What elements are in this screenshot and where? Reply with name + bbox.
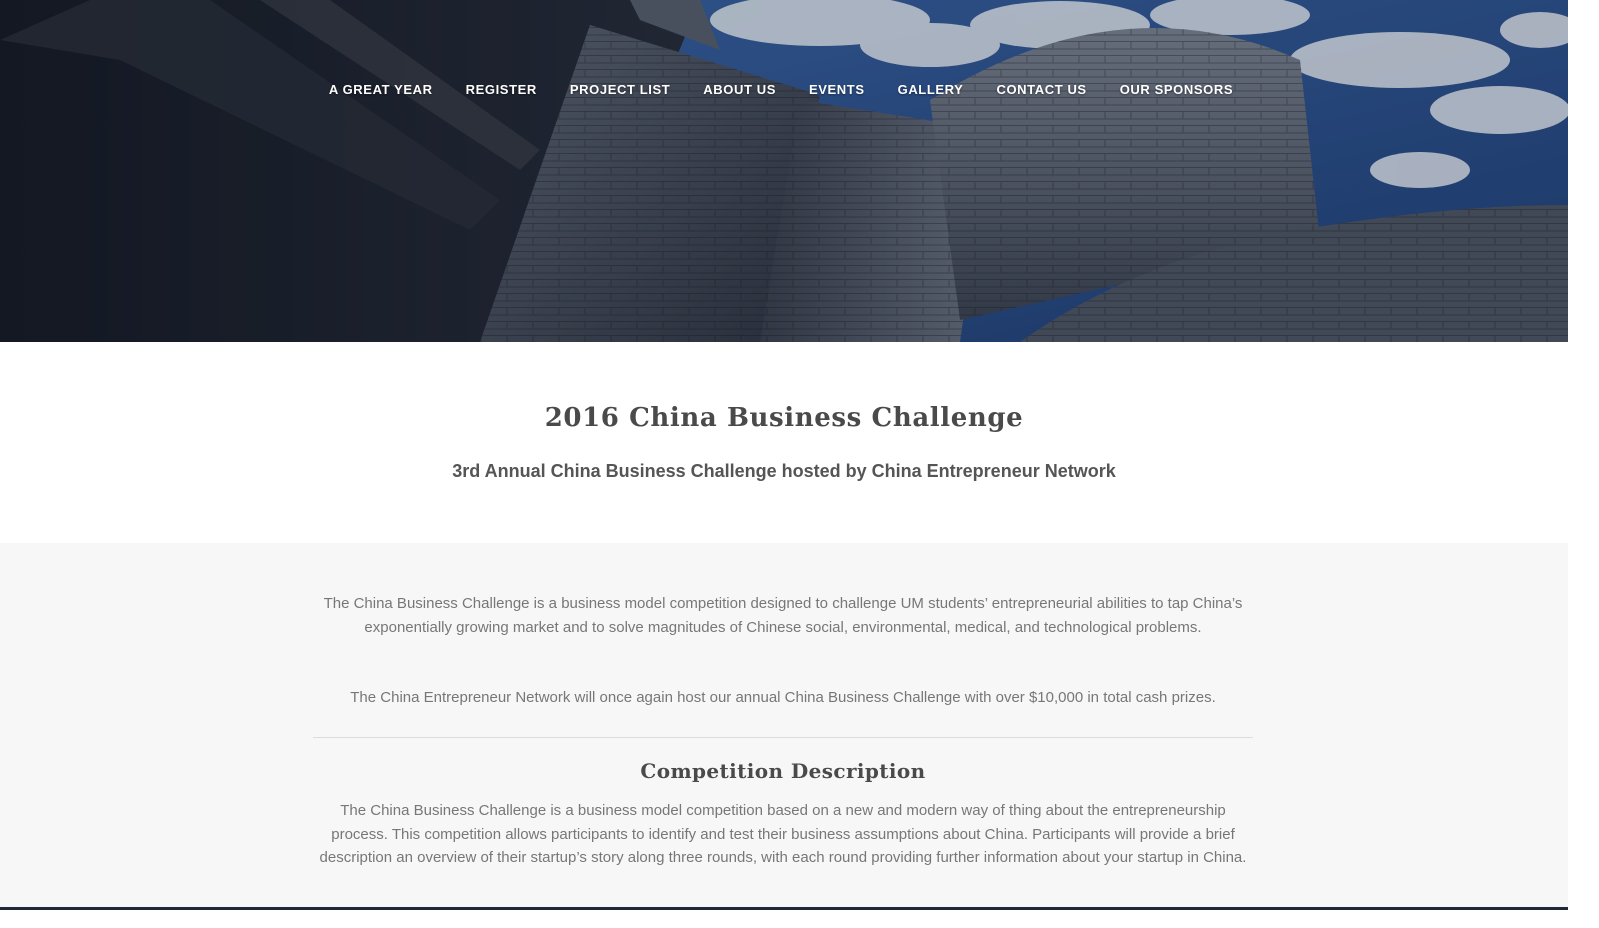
intro-section: 2016 China Business Challenge 3rd Annual… [0,342,1568,543]
hero-background-image [0,0,1568,342]
content-section: The China Business Challenge is a busine… [0,543,1568,909]
prize-paragraph: The China Entrepreneur Network will once… [350,689,1216,706]
section-title: Competition Description [640,759,926,783]
page-subtitle: 3rd Annual China Business Challenge host… [452,461,1116,481]
nav-item-events[interactable]: EVENTS [792,80,881,100]
nav-item-our-sponsors[interactable]: OUR SPONSORS [1103,80,1249,100]
nav-item-contact-us[interactable]: CONTACT US [980,80,1103,100]
nav-item-project-list[interactable]: PROJECT LIST [553,80,686,100]
main-navigation: A GREAT YEAR REGISTER PROJECT LIST ABOUT… [0,80,1568,100]
page-title: 2016 China Business Challenge [544,403,1024,433]
scrollbar-gutter[interactable] [1568,0,1599,928]
nav-item-gallery[interactable]: GALLERY [881,80,980,100]
section-divider [313,737,1253,738]
nav-item-about-us[interactable]: ABOUT US [687,80,793,100]
description-paragraph: The China Business Challenge is a busine… [319,802,1247,866]
intro-paragraph: The China Business Challenge is a busine… [323,595,1243,636]
hero-banner: A GREAT YEAR REGISTER PROJECT LIST ABOUT… [0,0,1568,342]
page-bottom [0,910,1568,928]
nav-item-register[interactable]: REGISTER [449,80,553,100]
nav-item-a-great-year[interactable]: A GREAT YEAR [312,80,449,100]
